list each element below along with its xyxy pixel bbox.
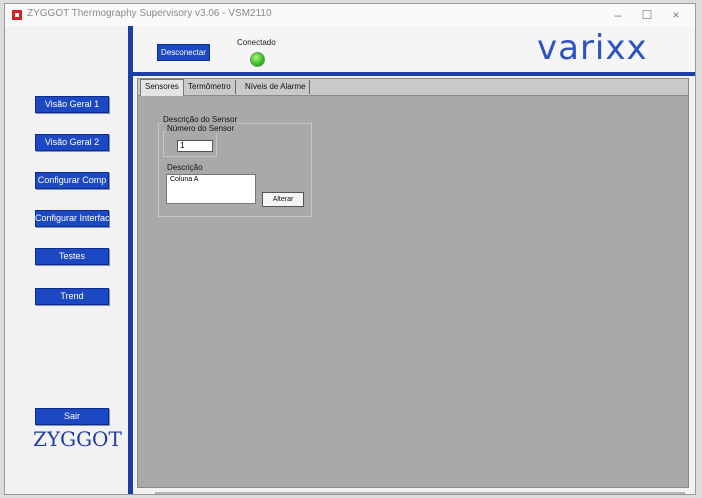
sensor-description-title: Descrição do Sensor [162, 115, 239, 124]
tab-strip: Sensores Termômetro Níveis de Alarme [138, 79, 688, 96]
sidebar: Visão Geral 1 Visão Geral 2 Configurar C… [5, 26, 128, 494]
description-field[interactable]: Coluna A [166, 174, 256, 204]
sidebar-button-configurar-interface[interactable]: Configurar Interface [35, 210, 109, 227]
disconnect-button[interactable]: Desconectar [157, 44, 210, 61]
update-button[interactable]: Alterar [262, 192, 304, 207]
main-panel: Sensores Termômetro Níveis de Alarme Des… [137, 78, 689, 488]
tab-sensores[interactable]: Sensores [140, 79, 184, 96]
sidebar-button-visao-geral-1[interactable]: Visão Geral 1 [35, 96, 109, 113]
sidebar-button-testes[interactable]: Testes [35, 248, 109, 265]
sidebar-button-trend[interactable]: Trend [35, 288, 109, 305]
sensor-number-input[interactable] [177, 140, 213, 152]
minimize-button[interactable]: – [603, 4, 633, 26]
zyggot-logo: ZYGGOT [33, 427, 122, 451]
horizontal-scrollbar[interactable] [155, 492, 685, 494]
brand-logo: varixx [537, 28, 648, 68]
maximize-button[interactable]: ☐ [632, 4, 662, 26]
header-divider [133, 72, 695, 76]
sidebar-button-configurar-comp[interactable]: Configurar Comp [35, 172, 109, 189]
window-title: ZYGGOT Thermography Supervisory v3.06 - … [27, 8, 272, 19]
sidebar-divider [128, 26, 133, 494]
header: Desconectar Conectado varixx [133, 26, 695, 72]
sidebar-button-visao-geral-2[interactable]: Visão Geral 2 [35, 134, 109, 151]
app-icon [12, 10, 22, 20]
description-label: Descrição [167, 163, 203, 172]
close-button[interactable]: × [661, 4, 691, 26]
status-led-icon [250, 52, 265, 67]
app-window: ZYGGOT Thermography Supervisory v3.06 - … [4, 3, 696, 495]
sensor-number-label: Número do Sensor [166, 124, 236, 133]
tab-niveis-de-alarme[interactable]: Níveis de Alarme [241, 80, 311, 94]
title-bar: ZYGGOT Thermography Supervisory v3.06 - … [5, 4, 695, 26]
exit-button[interactable]: Sair [35, 408, 109, 425]
tab-termometro[interactable]: Termômetro [184, 80, 236, 94]
connection-status-label: Conectado [237, 38, 276, 47]
